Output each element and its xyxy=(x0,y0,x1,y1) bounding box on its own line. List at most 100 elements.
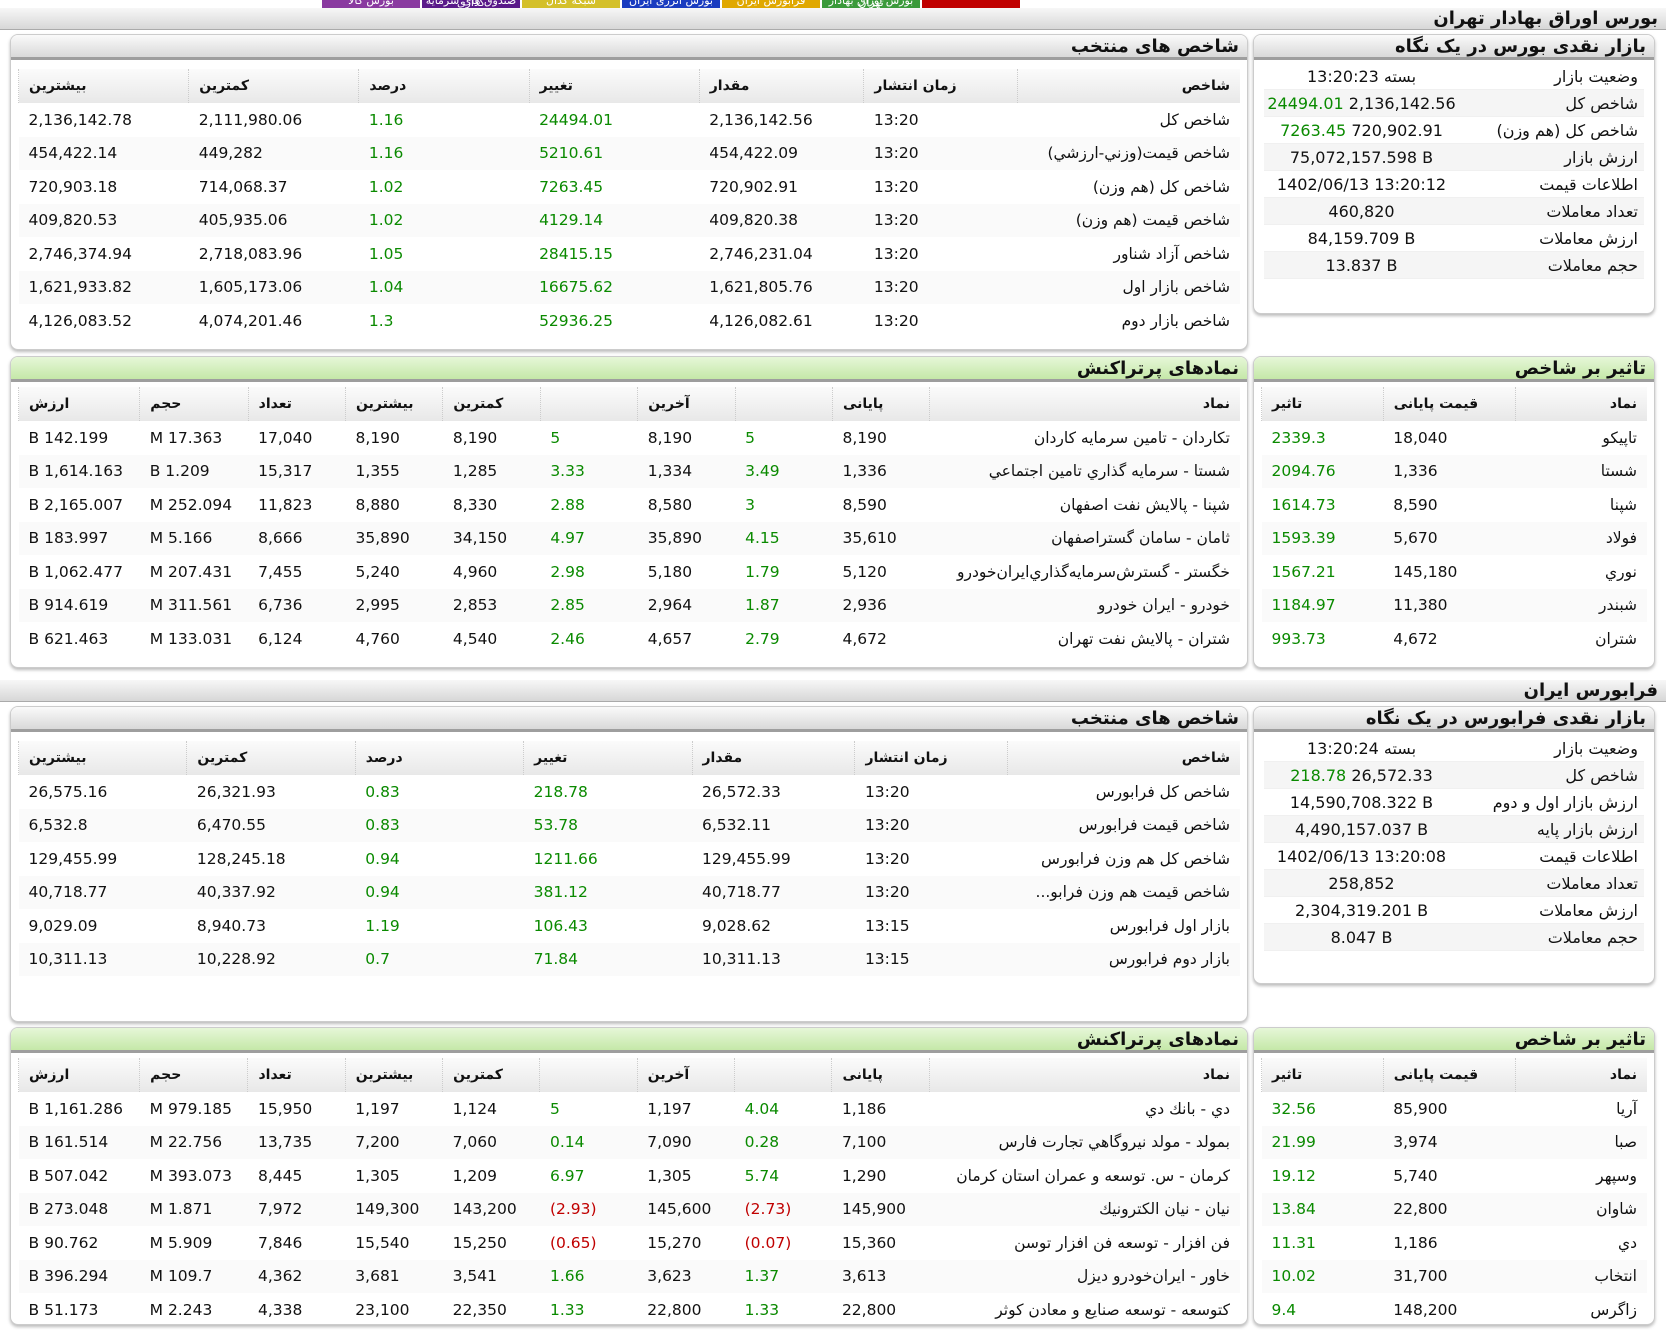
table-cell[interactable]: شاخص آزاد شناور xyxy=(1018,237,1240,271)
table-row[interactable]: شاخص بازار اول 13:20 1,621,805.76 16675.62 1… xyxy=(18,270,1240,304)
column-header[interactable] xyxy=(734,387,833,421)
column-header[interactable]: نماد xyxy=(928,1058,1240,1092)
table-row[interactable]: كتوسعه - توسعه صنايع و معادن كوثر 22,800 1… xyxy=(19,1293,1241,1324)
table-row[interactable]: شاخص بازار دوم 13:20 4,126,082.61 52936.25 1… xyxy=(19,304,1241,338)
table-cell[interactable]: انتخاب xyxy=(1515,1259,1647,1293)
table-cell[interactable]: شاخص بازار اول xyxy=(1017,270,1240,304)
table-row[interactable]: شاخص قيمت(وزني-ارزشي) 13:20 454,422.09 5210… xyxy=(18,136,1240,170)
column-header[interactable]: نماد xyxy=(929,387,1240,421)
column-header[interactable]: نماد xyxy=(1514,1058,1647,1092)
table-row[interactable]: شاخص آزاد شناور 13:20 2,746,231.04 28415.15… xyxy=(19,237,1241,271)
table-row[interactable]: خگستر - گسترش‌سرمايه‌گذاري‌ايران‌خودرو 5,… xyxy=(19,555,1241,589)
column-header[interactable]: کمترین xyxy=(186,741,356,775)
table-row[interactable]: شاخص قيمت (هم وزن) 13:20 409,820.38 4129.14… xyxy=(18,203,1240,237)
table-row[interactable]: شاخص قيمت هم وزن فرابو... 13:20 40,718.77 3… xyxy=(18,875,1240,909)
table-row[interactable]: شاوان 22,800 13.84 xyxy=(1261,1192,1647,1226)
table-cell[interactable]: خودرو - ايران‌ خودرو xyxy=(929,588,1240,622)
table-row[interactable]: ثامان - سامان گستراصفهان 35,610 4.15 35,890… xyxy=(18,521,1240,555)
table-row[interactable]: كرمان - س. توسعه و عمران استان كرمان 1,29… xyxy=(19,1159,1241,1193)
column-header[interactable]: نماد xyxy=(1514,387,1647,421)
column-header[interactable]: تغییر xyxy=(528,69,700,103)
column-header[interactable]: مقدار xyxy=(698,69,864,103)
column-header[interactable] xyxy=(539,387,638,421)
column-header[interactable]: درصد xyxy=(354,741,524,775)
table-cell[interactable]: بازار دوم فرابورس xyxy=(1007,942,1240,976)
table-row[interactable]: شاخص قيمت فرابورس 13:20 6,532.11 53.78 0.83 6… xyxy=(18,808,1240,842)
table-row[interactable]: بازار دوم فرابورس 13:15 10,311.13 71.84 0.7 1… xyxy=(18,942,1240,976)
column-header[interactable]: زمان انتشار xyxy=(863,69,1018,103)
table-cell[interactable]: تكاردان - تامين سرمايه كاردان xyxy=(930,421,1240,455)
table-row[interactable]: دي 1,186 11.31 xyxy=(1262,1226,1648,1260)
table-cell[interactable]: صبا xyxy=(1515,1125,1647,1159)
table-cell[interactable]: بمولد - مولد نيروگاهي تجارت فارس xyxy=(929,1125,1240,1159)
column-header[interactable]: تاثیر xyxy=(1261,387,1384,421)
column-header[interactable]: بیشترین xyxy=(345,387,443,421)
table-cell[interactable]: آريا xyxy=(1515,1092,1647,1126)
column-header[interactable]: قیمت پایانی xyxy=(1382,1058,1516,1092)
table-cell[interactable]: فن افزار - توسعه فن افزار توسن xyxy=(929,1226,1240,1260)
table-row[interactable]: انتخاب 31,700 10.02 xyxy=(1261,1259,1647,1293)
column-header[interactable]: ارزش xyxy=(17,387,140,421)
table-cell[interactable]: تاپيكو xyxy=(1515,421,1647,455)
table-row[interactable]: وسپهر 5,740 19.12 xyxy=(1262,1159,1648,1193)
table-cell[interactable]: شتران - پالايش نفت تهران xyxy=(930,622,1240,656)
column-header[interactable]: مقدار xyxy=(691,741,855,775)
column-header[interactable]: حجم xyxy=(139,1058,248,1092)
table-row[interactable]: خاور - ايران‌خودرو ديزل 3,613 1.37 3,623 1.6… xyxy=(18,1259,1240,1293)
column-header[interactable]: پایانی xyxy=(831,1058,930,1092)
table-cell[interactable]: وسپهر xyxy=(1515,1159,1647,1193)
table-cell[interactable]: شاخص قيمت فرابورس xyxy=(1007,808,1240,842)
table-cell[interactable]: خاور - ايران‌خودرو ديزل xyxy=(929,1259,1240,1293)
table-row[interactable]: بازار اول فرابورس 13:15 9,028.62 106.43 1.19… xyxy=(19,909,1241,943)
column-header[interactable]: تغییر xyxy=(523,741,692,775)
table-row[interactable]: شبندر 11,380 1184.97 xyxy=(1261,588,1647,622)
column-header[interactable] xyxy=(539,1058,638,1092)
column-header[interactable]: بیشترین xyxy=(17,741,187,775)
table-row[interactable]: شستا - سرمايه گذاري تامين اجتماعي 1,336 3.… xyxy=(18,454,1240,488)
table-row[interactable]: نيان - نيان الكترونيك 145,900 (2.73) 145,60… xyxy=(18,1192,1240,1226)
table-cell[interactable]: شپنا xyxy=(1515,488,1647,522)
table-cell[interactable]: شستا xyxy=(1515,454,1647,488)
column-header[interactable] xyxy=(734,1058,832,1092)
table-row[interactable]: دي - بانك دي 1,186 4.04 1,197 5 1,124 1,197 15,… xyxy=(19,1092,1241,1126)
table-cell[interactable]: كرمان - س. توسعه و عمران استان كرمان xyxy=(929,1159,1240,1193)
table-row[interactable]: تاپيكو 18,040 2339.3 xyxy=(1262,421,1648,455)
column-header[interactable]: پایانی xyxy=(831,387,930,421)
table-cell[interactable]: شاخص كل هم وزن فرابورس xyxy=(1007,842,1240,876)
table-cell[interactable]: شتران xyxy=(1515,622,1647,656)
table-cell[interactable]: شپنا - پالايش نفت اصفهان xyxy=(930,488,1240,522)
table-cell[interactable]: شاخص كل فرابورس xyxy=(1007,775,1240,809)
table-row[interactable]: شاخص كل (هم وزن) 13:20 720,902.91 7263.45 1.… xyxy=(19,170,1241,204)
table-row[interactable]: نوري 145,180 1567.21 xyxy=(1262,555,1648,589)
table-row[interactable]: فن افزار - توسعه فن افزار توسن 15,360 (0.0… xyxy=(19,1226,1241,1260)
column-header[interactable]: حجم xyxy=(139,387,249,421)
table-cell[interactable]: نوري xyxy=(1515,555,1647,589)
table-row[interactable]: شپنا 8,590 1614.73 xyxy=(1262,488,1648,522)
column-header[interactable]: تعداد xyxy=(247,1058,346,1092)
table-cell[interactable]: شاخص قيمت(وزني-ارزشي) xyxy=(1017,136,1240,170)
table-cell[interactable]: بازار اول فرابورس xyxy=(1007,909,1240,943)
table-row[interactable]: شستا 1,336 2094.76 xyxy=(1261,454,1647,488)
column-header[interactable]: زمان انتشار xyxy=(854,741,1008,775)
table-cell[interactable]: دي - بانك دي xyxy=(929,1092,1240,1126)
table-row[interactable]: شپنا - پالايش نفت اصفهان 8,590 3 8,580 2.88 8… xyxy=(19,488,1241,522)
table-cell[interactable]: شاوان xyxy=(1515,1192,1647,1226)
table-cell[interactable]: زاگرس xyxy=(1515,1293,1647,1324)
table-cell[interactable]: كتوسعه - توسعه صنايع و معادن كوثر xyxy=(929,1293,1240,1324)
table-row[interactable]: شاخص كل 13:20 2,136,142.56 24494.01 1.16 2,11… xyxy=(19,103,1241,137)
column-header[interactable]: آخرین xyxy=(636,1058,735,1092)
column-header[interactable]: شاخص xyxy=(1006,741,1240,775)
table-cell[interactable]: شاخص كل xyxy=(1018,103,1240,137)
table-row[interactable]: شاخص كل هم وزن فرابورس 13:20 129,455.99 121… xyxy=(19,842,1241,876)
column-header[interactable]: کمترین xyxy=(442,387,541,421)
column-header[interactable]: درصد xyxy=(358,69,530,103)
column-header[interactable]: کمترین xyxy=(442,1058,540,1092)
column-header[interactable]: تاثیر xyxy=(1261,1058,1384,1092)
column-header[interactable]: ارزش xyxy=(17,1058,140,1092)
table-row[interactable]: زاگرس 148,200 9.4 xyxy=(1262,1293,1648,1324)
column-header[interactable]: شاخص xyxy=(1017,69,1240,103)
table-row[interactable]: آريا 85,900 32.56 xyxy=(1262,1092,1648,1126)
table-cell[interactable]: ثامان - سامان گستراصفهان xyxy=(929,521,1240,555)
table-cell[interactable]: شستا - سرمايه گذاري تامين اجتماعي xyxy=(929,454,1240,488)
table-row[interactable]: خودرو - ايران‌ خودرو 2,936 1.87 2,964 2.85 2,… xyxy=(18,588,1240,622)
